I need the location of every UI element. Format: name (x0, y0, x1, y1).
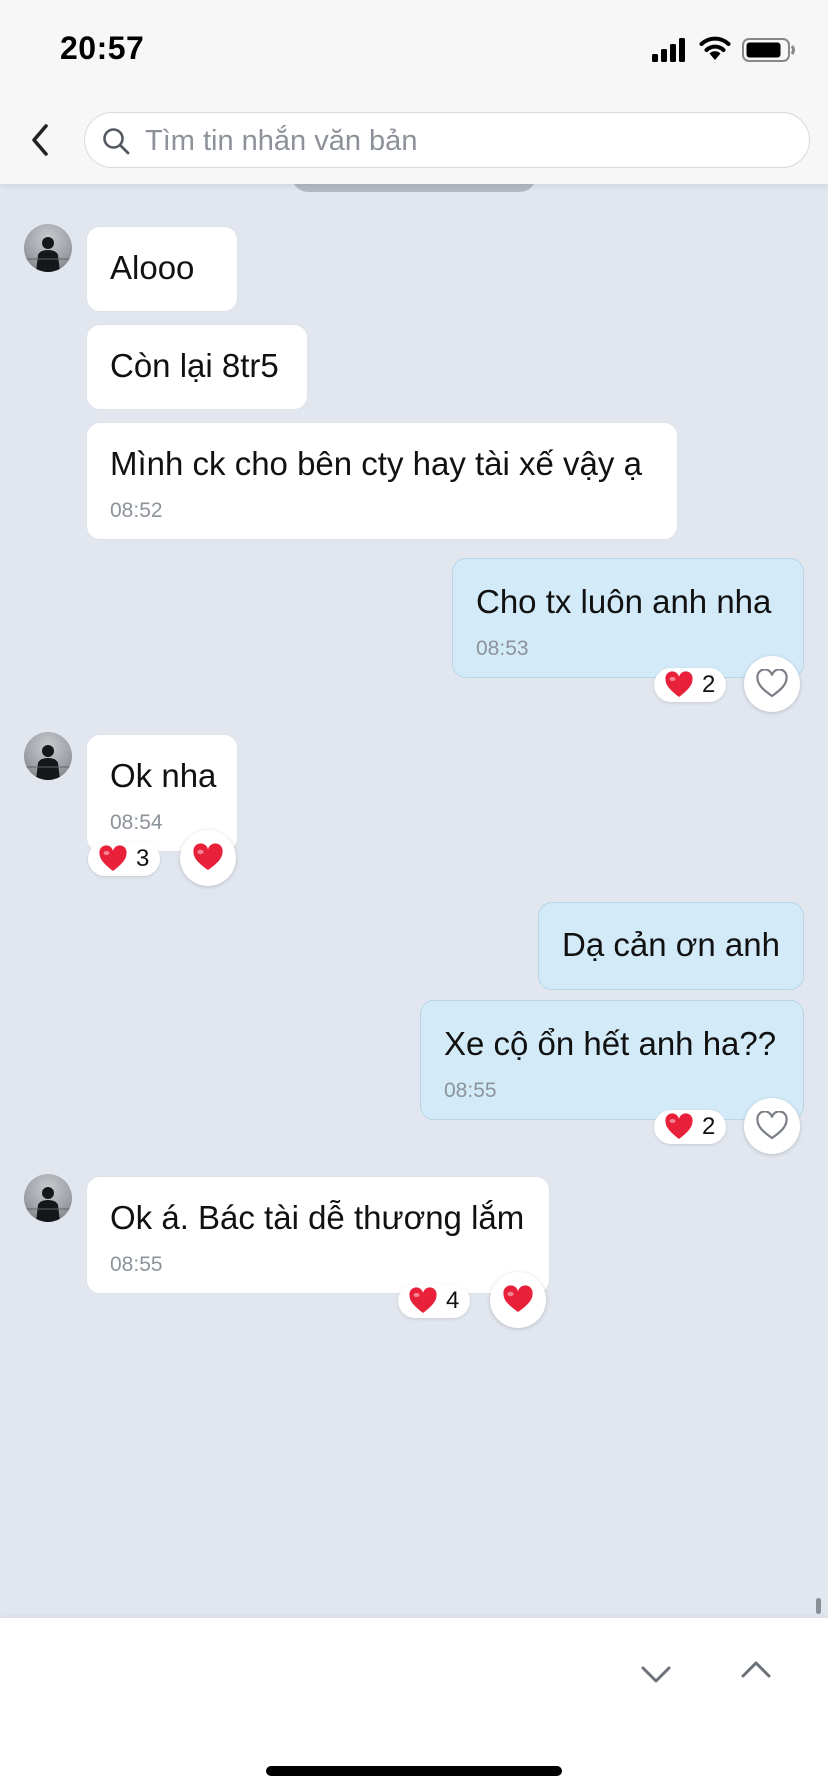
status-time: 20:57 (60, 30, 145, 66)
wifi-icon (699, 36, 731, 60)
search-navigation-bar (0, 1618, 828, 1792)
heart-icon (503, 1285, 533, 1312)
person-silhouette-icon (24, 237, 72, 272)
message-text: Còn lại 8tr5 (110, 347, 279, 384)
battery-icon (742, 38, 795, 62)
react-button[interactable] (744, 1098, 800, 1154)
reaction-count: 4 (446, 1287, 460, 1314)
search-input[interactable] (143, 119, 787, 163)
avatar[interactable] (24, 1174, 72, 1222)
react-button[interactable] (490, 1272, 546, 1328)
cellular-signal-icon (652, 38, 685, 62)
message-time: 08:55 (110, 1253, 163, 1276)
chevron-up-icon[interactable] (736, 1654, 776, 1686)
message-text: Alooo (110, 249, 195, 286)
message-time: 08:52 (110, 499, 163, 522)
message-text: Xe cộ ổn hết anh ha?? (444, 1025, 777, 1062)
search-bar[interactable] (84, 112, 810, 168)
react-button[interactable] (180, 830, 236, 886)
message-bubble-incoming[interactable]: Alooo (86, 226, 238, 312)
message-text: Cho tx luôn anh nha (476, 583, 772, 620)
message-time: 08:54 (110, 811, 163, 834)
heart-outline-icon (756, 1111, 788, 1140)
react-button[interactable] (744, 656, 800, 712)
message-bubble-incoming[interactable]: Còn lại 8tr5 (86, 324, 308, 410)
header-bar: 20:57 (0, 0, 828, 184)
message-text: Dạ cản ơn anh (562, 926, 780, 963)
reaction-summary[interactable]: 3 (88, 842, 160, 876)
reaction-summary[interactable]: 4 (398, 1284, 470, 1318)
heart-icon (99, 845, 127, 871)
message-text: Mình ck cho bên cty hay tài xế vậy ạ (110, 445, 642, 482)
reaction-summary[interactable]: 2 (654, 1110, 726, 1144)
avatar[interactable] (24, 224, 72, 272)
message-bubble-outgoing[interactable]: Xe cộ ổn hết anh ha?? 08:55 (420, 1000, 804, 1120)
message-time: 08:55 (444, 1079, 497, 1102)
heart-outline-icon (756, 669, 788, 698)
person-silhouette-icon (24, 745, 72, 780)
search-icon (103, 128, 130, 155)
home-indicator[interactable] (266, 1766, 562, 1776)
heart-icon (193, 843, 223, 870)
chevron-down-icon[interactable] (636, 1658, 676, 1690)
heart-icon (409, 1287, 437, 1313)
message-bubble-outgoing[interactable]: Dạ cản ơn anh (538, 902, 804, 990)
message-bubble-incoming[interactable]: Ok á. Bác tài dễ thương lắm 08:55 (86, 1176, 550, 1294)
reaction-count: 2 (702, 1113, 716, 1140)
person-silhouette-icon (24, 1187, 72, 1222)
heart-icon (665, 671, 693, 697)
message-time: 08:53 (476, 637, 529, 660)
heart-icon (665, 1113, 693, 1139)
message-text: Ok nha (110, 757, 217, 794)
message-bubble-outgoing[interactable]: Cho tx luôn anh nha 08:53 (452, 558, 804, 678)
message-text: Ok á. Bác tài dễ thương lắm (110, 1199, 525, 1236)
avatar[interactable] (24, 732, 72, 780)
message-bubble-incoming[interactable]: Mình ck cho bên cty hay tài xế vậy ạ 08:… (86, 422, 678, 540)
scrollbar-thumb[interactable] (816, 1598, 821, 1614)
reaction-summary[interactable]: 2 (654, 668, 726, 702)
back-chevron-icon[interactable] (22, 118, 62, 162)
reaction-count: 3 (136, 845, 150, 872)
reaction-count: 2 (702, 671, 716, 698)
